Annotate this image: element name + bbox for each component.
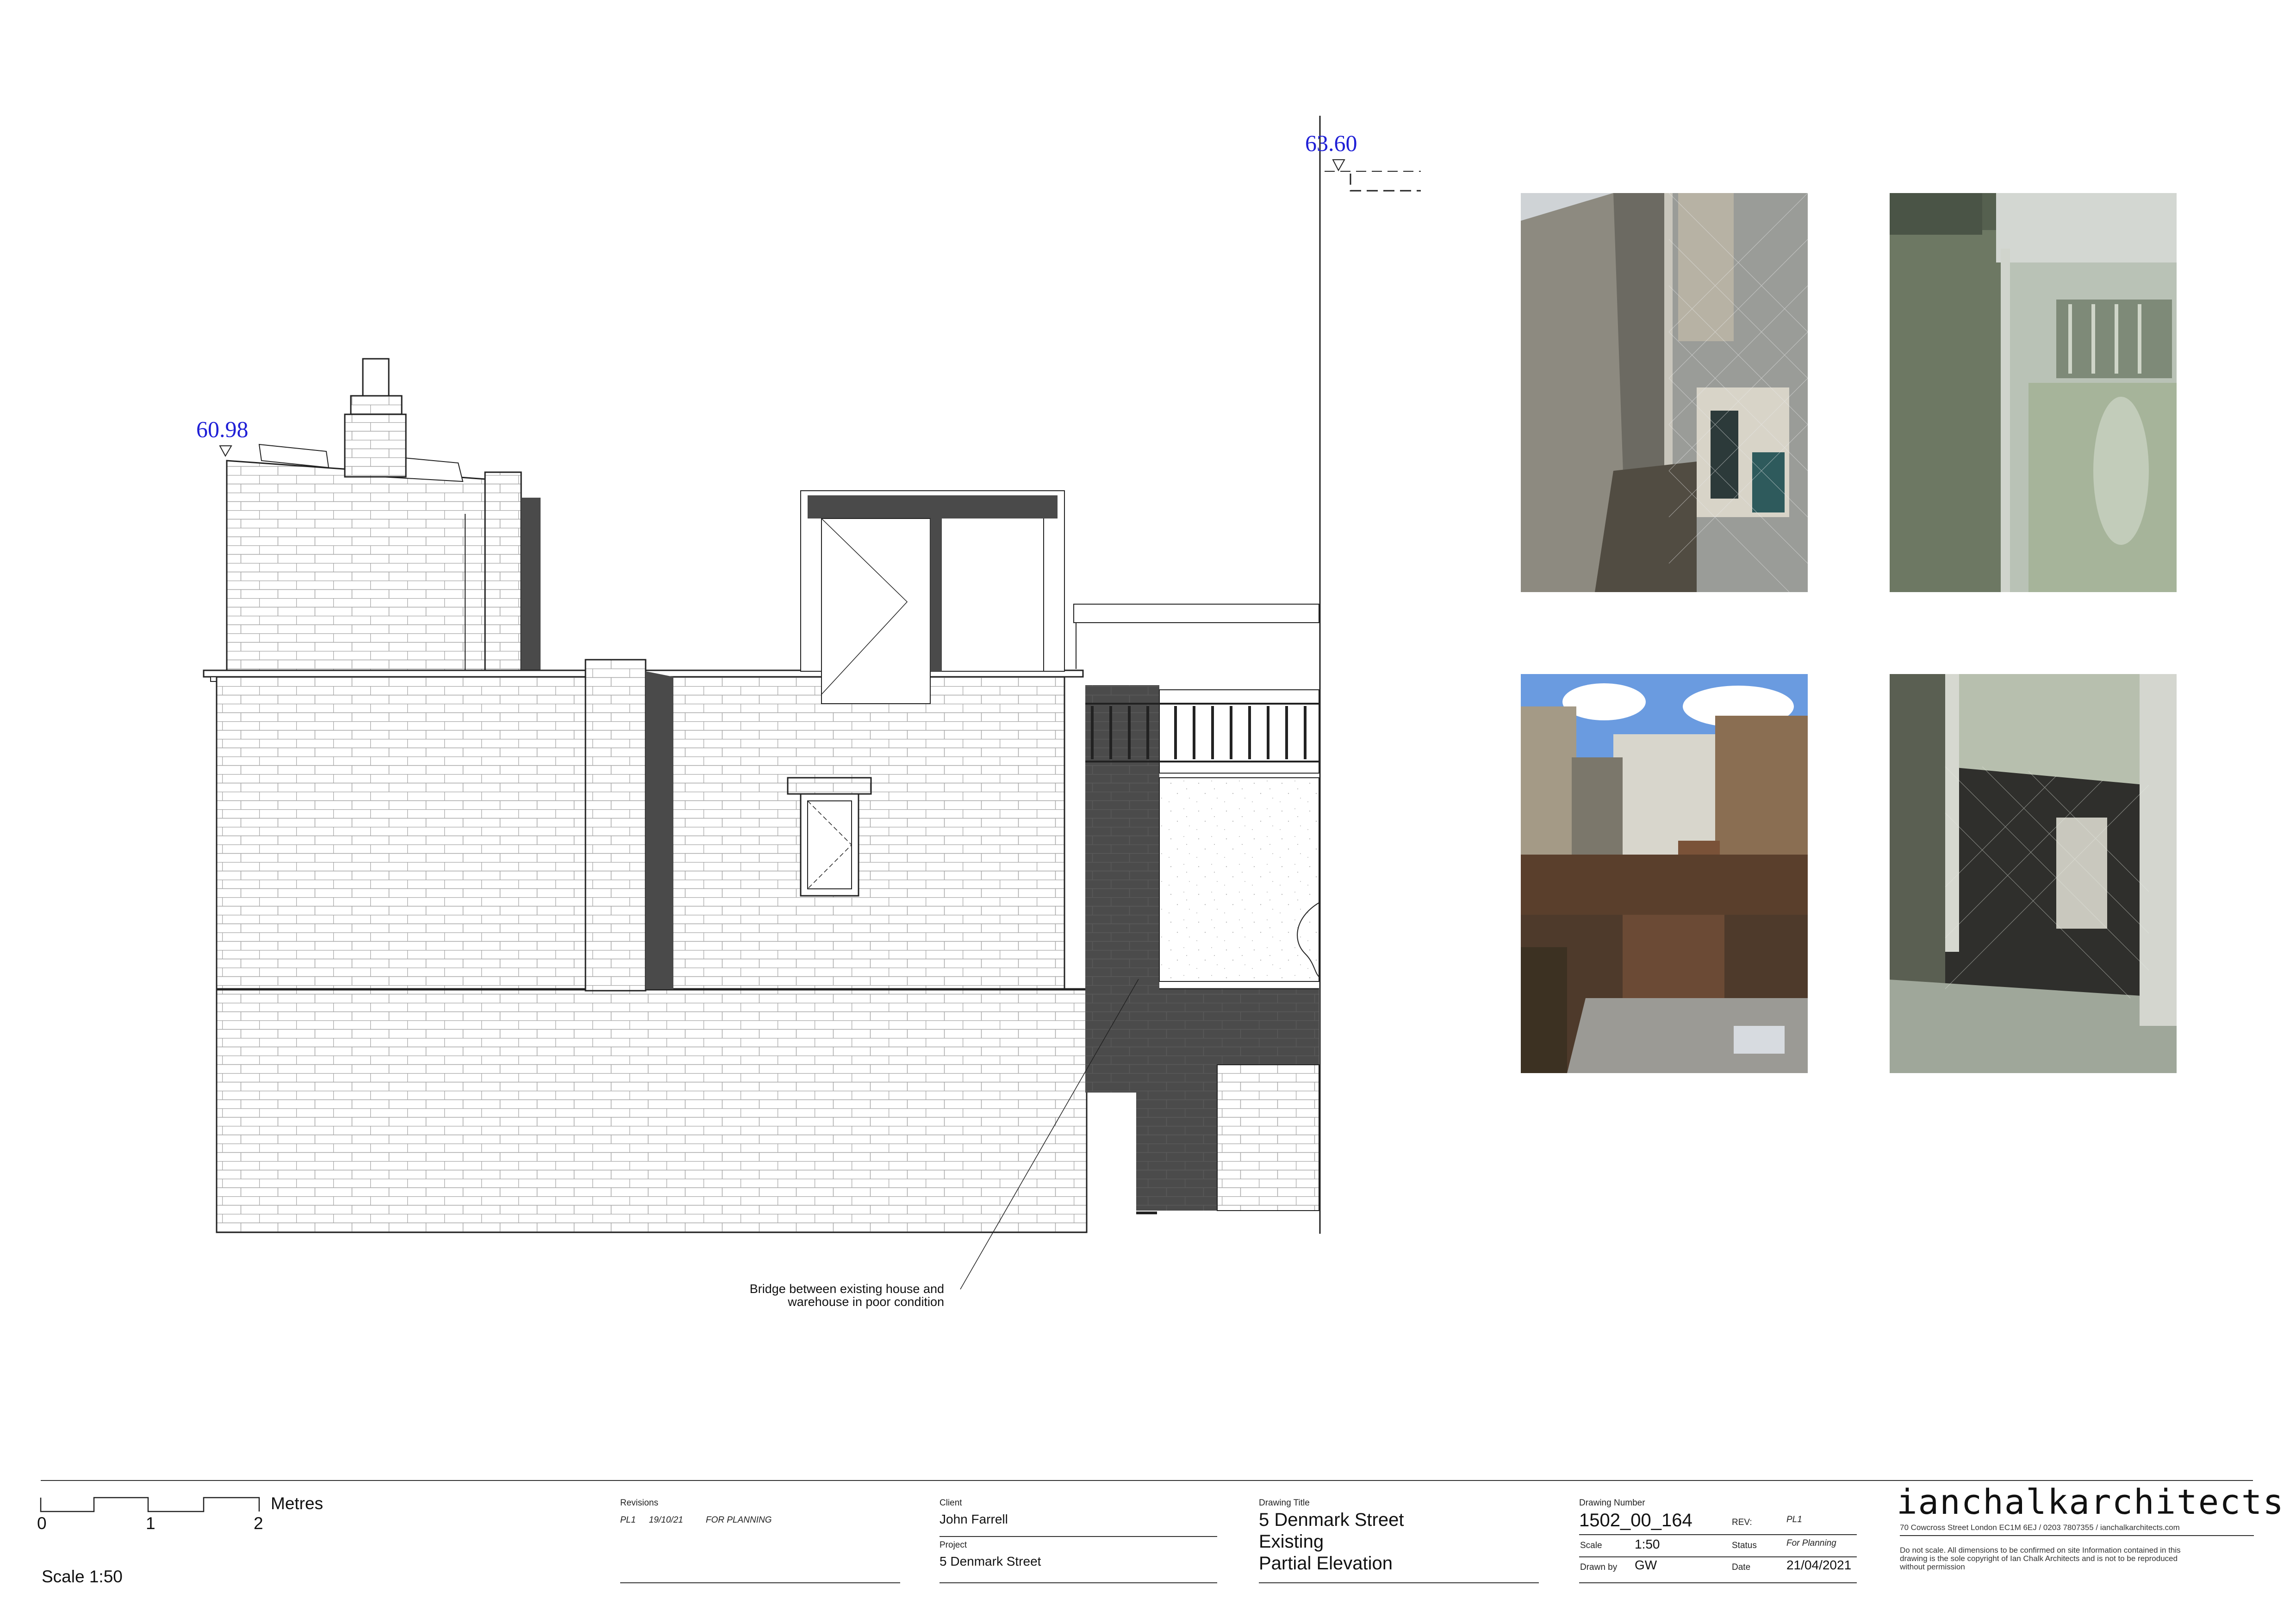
practice-logo: ianchalkarchitects [1897,1482,2284,1522]
left-house-elevation [203,116,1421,1290]
level-label-roof: 63.60 [1305,130,1357,156]
lift-door [821,518,931,704]
info-rule-3 [1579,1582,1857,1583]
chimney-breast [484,471,522,672]
window-head [787,777,872,795]
pier-shadow [646,671,673,989]
bridge-annotation-line1: Bridge between existing house and [749,1282,944,1296]
status-label: Status [1732,1541,1757,1550]
info-rule-1 [1579,1534,1857,1535]
scale-tick-0: 0 [37,1514,47,1533]
bridge-annotation-line2: warehouse in poor condition [788,1295,944,1309]
scale-unit: Metres [271,1494,324,1513]
level-label-parapet: 60.98 [196,416,249,442]
scale-bar-graphic [40,1497,260,1512]
scale-tick-1: 1 [146,1514,156,1533]
chimney-pot [362,358,390,397]
scale-bar [40,1497,260,1512]
lift-post [930,518,942,671]
client-rule [940,1536,1217,1537]
drawn-by-value: GW [1635,1558,1657,1572]
bridge-annotation: Bridge between existing house and wareho… [685,1282,944,1308]
scale-value: 1:50 [1635,1537,1660,1551]
disclaimer-line2: drawing is the sole copyright of Ian Cha… [1900,1554,2178,1563]
drawing-title-line1: 5 Denmark Street [1259,1510,1404,1530]
drawing-title-label: Drawing Title [1259,1498,1310,1508]
drawing-title-line2: Existing [1259,1531,1324,1552]
rear-parapet [1073,604,1319,623]
drawn-by-label: Drawn by [1580,1562,1618,1572]
level-arrow-right [1332,159,1345,172]
drawing-number-label: Drawing Number [1579,1498,1645,1508]
project-label: Project [940,1540,967,1550]
warehouse-wall [1217,1064,1319,1211]
chimney-breast-shadow [521,498,541,671]
drawing-title-rule [1259,1582,1539,1583]
practice-address: 70 Cowcross Street London EC1M 6EJ / 020… [1900,1523,2180,1532]
revision-description: FOR PLANNING [706,1515,772,1525]
date-label: Date [1732,1562,1751,1572]
disclaimer-line1: Do not scale. All dimensions to be confi… [1900,1546,2181,1555]
scale-label: Scale [1580,1541,1602,1550]
chimney-cap [350,395,403,415]
revision-code: PL1 [620,1515,636,1525]
date-value: 21/04/2021 [1786,1558,1852,1572]
level-arrow-left [219,445,232,457]
project-name: 5 Denmark Street [940,1554,1041,1568]
scale-tick-2: 2 [254,1514,263,1533]
titleblock-top-rule [41,1480,2253,1481]
level-datum-right [1350,174,1421,192]
chimney-stack [344,413,407,478]
revisions-rule [620,1582,900,1583]
client-label: Client [940,1498,962,1508]
rev-value: PL1 [1786,1515,1802,1524]
revisions-label: Revisions [620,1498,659,1508]
revision-date: 19/10/21 [649,1515,683,1525]
photo-courtyard-view [1521,674,1808,1073]
client-name: John Farrell [940,1512,1008,1526]
drawing-title-line3: Partial Elevation [1259,1553,1393,1574]
drawing-title: 5 Denmark Street Existing Partial Elevat… [1259,1509,1404,1574]
lift-overrun-soffit [808,495,1058,518]
drawing-number: 1502_00_164 [1579,1510,1692,1530]
status-value: For Planning [1786,1538,1836,1548]
practice-rule [1900,1535,2254,1536]
disclaimer-line3: without permission [1900,1562,1965,1571]
rev-label: REV: [1732,1518,1752,1527]
photo-rear-wall-netting [1521,193,1808,592]
brick-pier [585,659,647,992]
practice-disclaimer: Do not scale. All dimensions to be confi… [1900,1546,2261,1571]
photo-window-bay-netting [1890,193,2177,592]
window-pane [807,800,852,889]
scale-text: Scale 1:50 [42,1567,123,1586]
main-wall-lower [216,988,1088,1233]
render-panel [1159,777,1319,982]
project-rule [940,1582,1217,1583]
info-rule-2 [1579,1556,1857,1557]
upper-storey-wall [226,460,487,672]
photo-lightwell-netting [1890,674,2177,1073]
